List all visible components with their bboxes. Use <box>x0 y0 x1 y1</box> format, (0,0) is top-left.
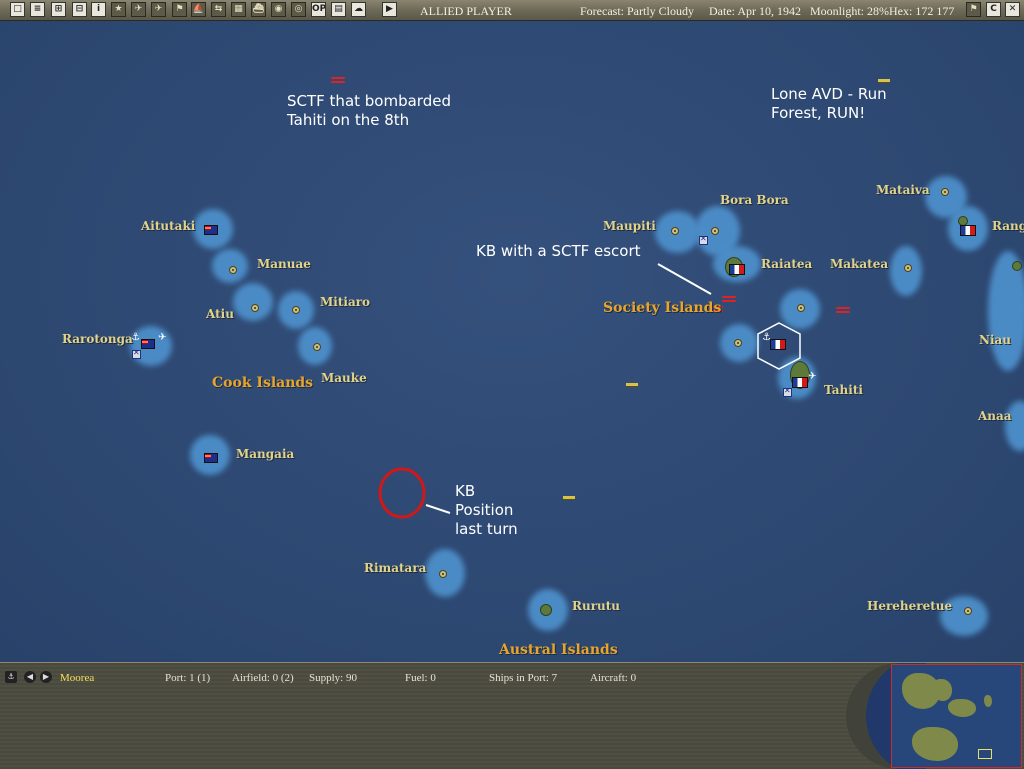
place-label-makatea: Makatea <box>830 257 889 271</box>
region-label-society-islands: Society Islands <box>603 300 722 316</box>
top-toolbar: □ ≡ ⊞ ⊟ i ★ ✈ ✈ ⚑ ⛵ ⇆ ▦ ⛴ ◉ ◎ OP ▤ ☁ ▶ ALLIED PLAYER Forec… <box>0 0 1024 21</box>
place-label-rurutu: Rurutu <box>572 599 621 613</box>
game-date: Date: Apr 10, 1942 <box>709 4 801 18</box>
toolbar-button[interactable]: ⚑ <box>172 2 187 17</box>
place-label-bora-bora: Bora Bora <box>720 193 789 207</box>
toolbar-button[interactable]: ▤ <box>331 2 346 17</box>
toolbar-button[interactable]: ▶ <box>382 2 397 17</box>
player-label: ALLIED PLAYER <box>420 4 512 18</box>
toolbar-button[interactable]: ⊞ <box>51 2 66 17</box>
kb-position-circle <box>378 467 426 519</box>
weather-forecast: Forecast: Partly Cloudy <box>580 4 694 18</box>
supply-amount: Supply: 90 <box>309 672 357 684</box>
minimap-viewport[interactable] <box>978 749 992 759</box>
place-label-atiu: Atiu <box>206 307 234 321</box>
toolbar-button[interactable]: ⛵ <box>191 2 206 17</box>
place-label-tahiti: Tahiti <box>824 383 863 397</box>
airfield-size: Airfield: 0 (2) <box>232 672 294 684</box>
kb-escort-leader-line <box>657 263 712 295</box>
kb-position-leader-line <box>425 504 451 514</box>
region-label-austral-islands: Austral Islands <box>499 642 618 658</box>
annotation-lone-avd: Lone AVD - Run Forest, RUN! <box>771 85 887 122</box>
place-label-mauke: Mauke <box>321 371 367 385</box>
close-button[interactable]: ✕ <box>1005 2 1020 17</box>
toolbar-button[interactable]: ◎ <box>291 2 306 17</box>
moonlight-readout: Moonlight: 28% <box>810 4 890 18</box>
toolbar-button[interactable]: ▦ <box>231 2 246 17</box>
hex-readout: Hex: 172 177 <box>889 4 955 18</box>
c-button[interactable]: C <box>986 2 1001 17</box>
place-label-manuae: Manuae <box>257 257 311 271</box>
aircraft-count[interactable]: Aircraft: 0 <box>590 672 636 684</box>
place-label-raiatea: Raiatea <box>761 257 813 271</box>
place-label-mangaia: Mangaia <box>236 447 295 461</box>
toolbar-button[interactable]: ⛴ <box>251 2 266 17</box>
toolbar-button[interactable]: □ <box>10 2 25 17</box>
toolbar-button[interactable]: i <box>91 2 106 17</box>
place-label-aitutaki: Aitutaki <box>141 219 196 233</box>
base-info-panel: ⚓ ◀ ▶ Moorea Port: 1 (1) Airfield: 0 (2)… <box>0 662 1024 769</box>
toolbar-button[interactable]: ≡ <box>30 2 45 17</box>
region-label-cook-islands: Cook Islands <box>212 375 314 391</box>
place-label-mataiva: Mataiva <box>876 183 930 197</box>
place-label-rarotonga: Rarotonga <box>62 332 133 346</box>
map-view[interactable]: ⚓ ✈ ⚓ ✈ Aitutaki Manuae Atiu Mitiaro Rar… <box>0 21 1024 662</box>
toolbar-button[interactable]: ☁ <box>351 2 366 17</box>
port-size: Port: 1 (1) <box>165 672 211 684</box>
flag-toggle-button[interactable]: ⚑ <box>966 2 981 17</box>
place-label-rimatara: Rimatara <box>364 561 427 575</box>
place-label-maupiti: Maupiti <box>603 219 656 233</box>
place-label-hereheretue: Hereheretue <box>867 599 953 613</box>
previous-base-button[interactable]: ◀ <box>24 671 36 683</box>
minimap[interactable] <box>891 664 1022 768</box>
place-label-rang: Rang <box>992 219 1024 233</box>
anchor-icon[interactable]: ⚓ <box>5 671 17 683</box>
annotation-sctf: SCTF that bombarded Tahiti on the 8th <box>287 92 451 129</box>
annotation-kb-escort: KB with a SCTF escort <box>476 242 641 260</box>
toolbar-button[interactable]: OP <box>311 2 326 17</box>
toolbar-button[interactable]: ⊟ <box>72 2 87 17</box>
next-base-button[interactable]: ▶ <box>40 671 52 683</box>
toolbar-button[interactable]: ★ <box>111 2 126 17</box>
fuel-amount: Fuel: 0 <box>405 672 436 684</box>
toolbar-button[interactable]: ◉ <box>271 2 286 17</box>
base-name[interactable]: Moorea <box>60 672 94 684</box>
ships-in-port[interactable]: Ships in Port: 7 <box>489 672 557 684</box>
place-label-mitiaro: Mitiaro <box>320 295 371 309</box>
toolbar-button[interactable]: ⇆ <box>211 2 226 17</box>
toolbar-button[interactable]: ✈ <box>131 2 146 17</box>
place-label-anaa: Anaa <box>978 409 1012 423</box>
annotation-kb-position: KB Position last turn <box>455 482 518 538</box>
toolbar-button[interactable]: ✈ <box>151 2 166 17</box>
place-label-niau: Niau <box>979 333 1012 347</box>
